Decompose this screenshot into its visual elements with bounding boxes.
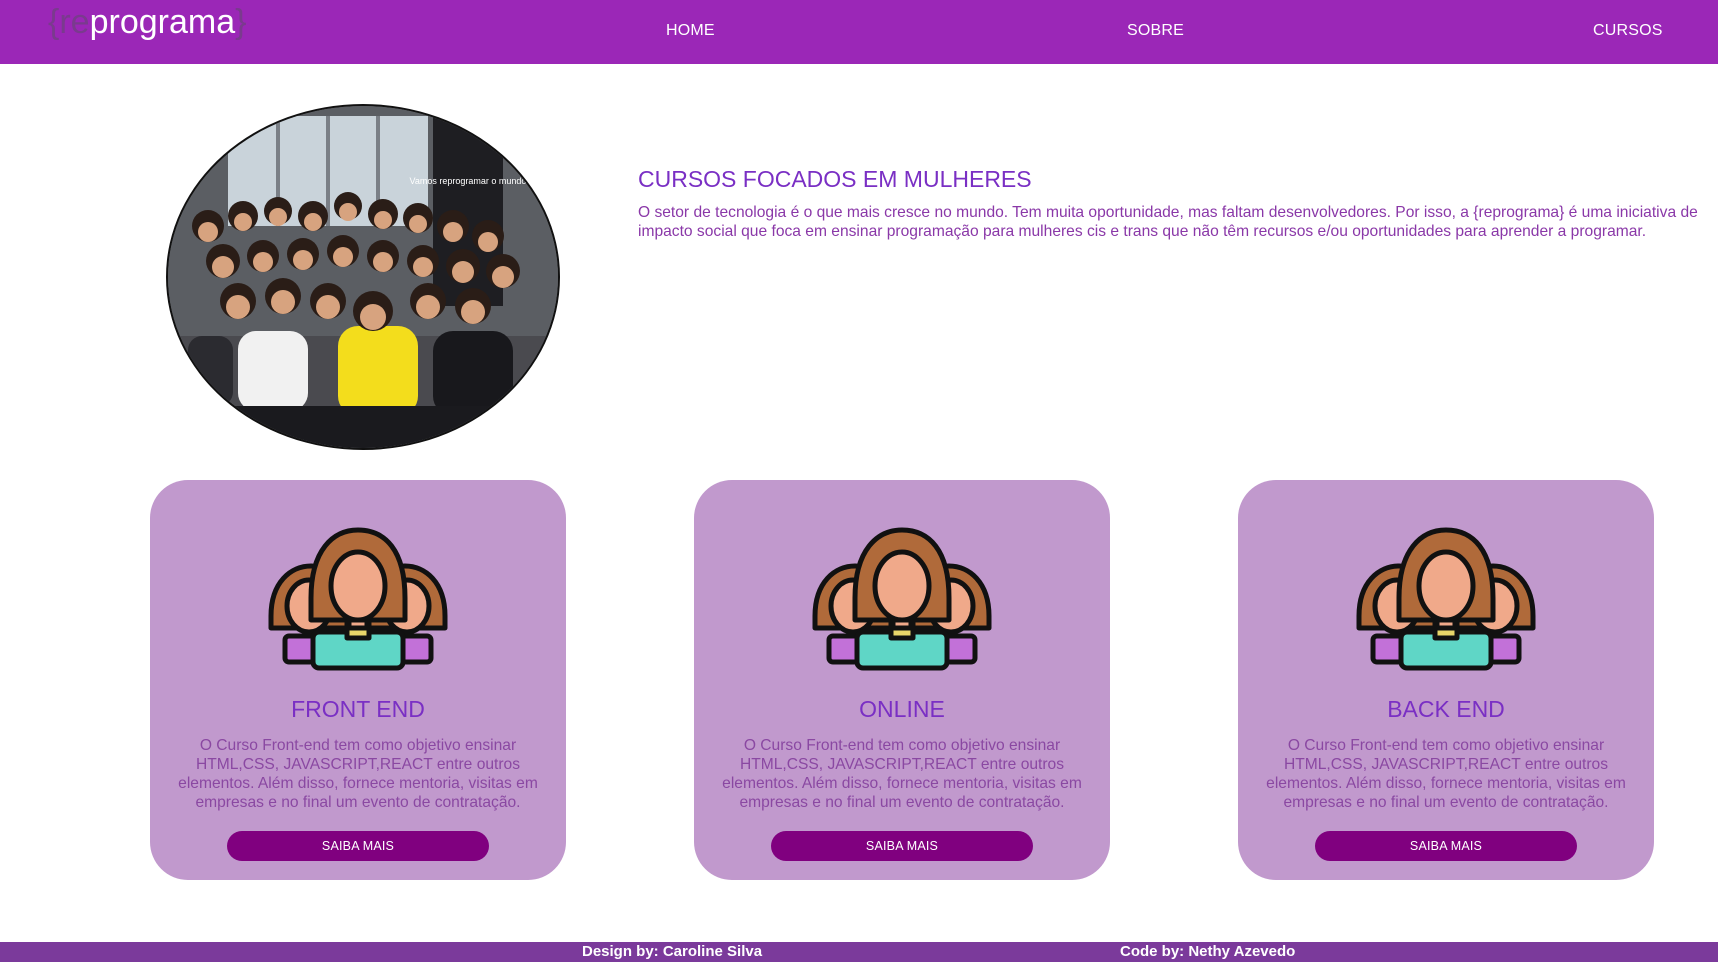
nav-home[interactable]: HOME <box>666 20 715 42</box>
women-group-icon <box>812 527 992 671</box>
saiba-mais-button[interactable]: SAIBA MAIS <box>1315 831 1577 861</box>
course-card-back-end: BACK END O Curso Front-end tem como obje… <box>1238 480 1654 880</box>
logo-prefix: re <box>59 3 90 41</box>
course-card-front-end: FRONT END O Curso Front-end tem como obj… <box>150 480 566 880</box>
footer: Design by: Caroline Silva Code by: Nethy… <box>0 942 1718 962</box>
footer-code-credit: Code by: Nethy Azevedo <box>1120 943 1296 960</box>
women-group-icon <box>1356 527 1536 671</box>
card-title: FRONT END <box>291 696 425 722</box>
top-navbar: {reprograma} HOME SOBRE CURSOS <box>0 0 1718 64</box>
women-group-icon <box>268 527 448 671</box>
nav-sobre[interactable]: SOBRE <box>1127 20 1184 42</box>
logo[interactable]: {reprograma} <box>48 2 246 42</box>
team-photo: Vamos reprogramar o mundo <box>166 104 560 450</box>
logo-brace-open: { <box>48 3 60 41</box>
card-description: O Curso Front-end tem como objetivo ensi… <box>178 737 538 811</box>
saiba-mais-button[interactable]: SAIBA MAIS <box>227 831 489 861</box>
saiba-mais-button[interactable]: SAIBA MAIS <box>771 831 1033 861</box>
hero-title: CURSOS FOCADOS EM MULHERES <box>638 166 1032 192</box>
course-card-online: ONLINE O Curso Front-end tem como objeti… <box>694 480 1110 880</box>
card-title: ONLINE <box>859 696 945 722</box>
footer-design-credit: Design by: Caroline Silva <box>582 943 763 960</box>
hero-description: O setor de tecnologia é o que mais cresc… <box>638 204 1698 240</box>
card-title: BACK END <box>1387 696 1505 722</box>
photo-banner-text: Vamos reprogramar o mundo <box>410 176 527 186</box>
logo-name: programa <box>89 3 236 41</box>
card-description: O Curso Front-end tem como objetivo ensi… <box>1266 737 1626 811</box>
nav-cursos[interactable]: CURSOS <box>1593 20 1663 42</box>
card-description: O Curso Front-end tem como objetivo ensi… <box>722 737 1082 811</box>
logo-brace-close: } <box>235 3 247 41</box>
